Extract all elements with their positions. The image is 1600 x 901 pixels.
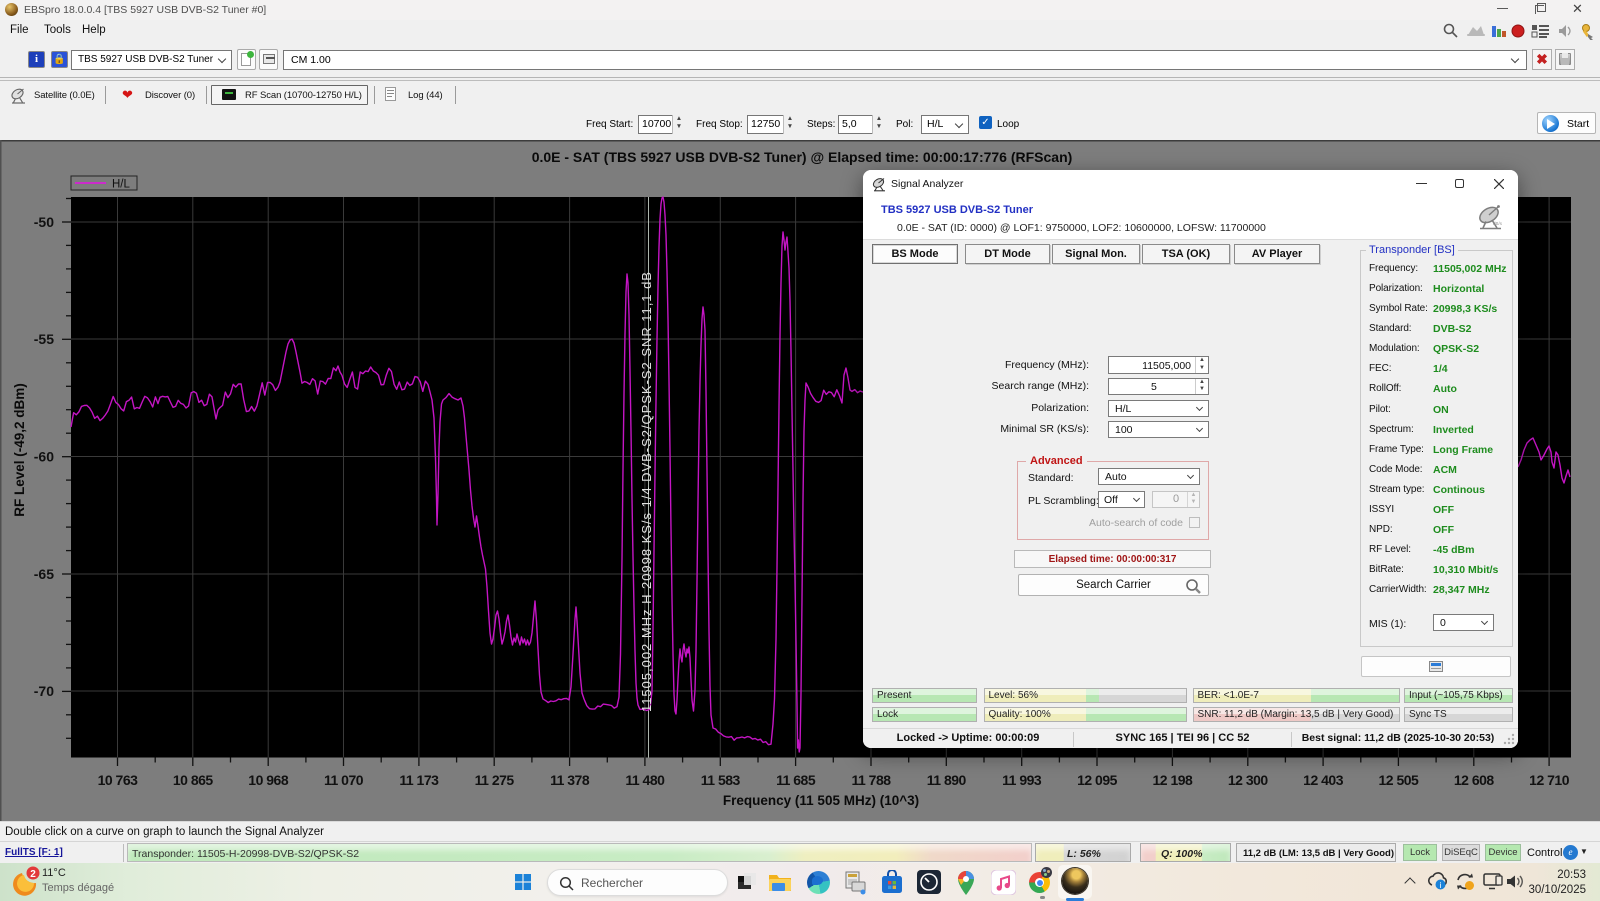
svg-text:12 198: 12 198 bbox=[1152, 772, 1193, 788]
svg-text:10 865: 10 865 bbox=[173, 772, 214, 788]
svg-text:-60: -60 bbox=[34, 449, 54, 465]
svg-text:11 788: 11 788 bbox=[851, 772, 891, 788]
svg-text:i: i bbox=[1440, 880, 1442, 890]
svg-text:-55: -55 bbox=[34, 331, 54, 347]
svg-text:12 608: 12 608 bbox=[1454, 772, 1495, 788]
svg-text:11505,002 MHz H 20998 KS/s: 11505,002 MHz H 20998 KS/s 1/4 DVB-S2/QP… bbox=[639, 272, 654, 712]
svg-text:12 505: 12 505 bbox=[1378, 772, 1419, 788]
svg-text:12 095: 12 095 bbox=[1077, 772, 1118, 788]
svg-text:10 968: 10 968 bbox=[248, 772, 289, 788]
svg-text:11 275: 11 275 bbox=[475, 772, 515, 788]
svg-text:11 583: 11 583 bbox=[701, 772, 741, 788]
svg-text:12 710: 12 710 bbox=[1529, 772, 1570, 788]
svg-text:12 300: 12 300 bbox=[1228, 772, 1269, 788]
svg-text:10 763: 10 763 bbox=[98, 772, 139, 788]
svg-text:11 070: 11 070 bbox=[324, 772, 364, 788]
svg-text:H/L: H/L bbox=[112, 179, 131, 191]
svg-text:dB/s: dB/s bbox=[1493, 221, 1503, 226]
svg-text:-50: -50 bbox=[34, 214, 54, 230]
svg-text:0.0E - SAT (TBS 5927 USB DVB-S: 0.0E - SAT (TBS 5927 USB DVB-S2 Tuner) @… bbox=[532, 149, 1073, 165]
svg-text:11 378: 11 378 bbox=[550, 772, 590, 788]
svg-text:12 403: 12 403 bbox=[1303, 772, 1344, 788]
svg-text:11 685: 11 685 bbox=[776, 772, 816, 788]
svg-text:2: 2 bbox=[30, 869, 36, 880]
svg-text:Frequency (11 505 MHz) (10^3): Frequency (11 505 MHz) (10^3) bbox=[723, 793, 919, 808]
svg-text:RF Level (-49,2 dBm): RF Level (-49,2 dBm) bbox=[12, 383, 27, 517]
svg-text:11 480: 11 480 bbox=[625, 772, 665, 788]
svg-text:-65: -65 bbox=[34, 566, 54, 582]
svg-text:11 890: 11 890 bbox=[927, 772, 967, 788]
svg-text:-70: -70 bbox=[34, 683, 54, 699]
svg-text:11 993: 11 993 bbox=[1002, 772, 1042, 788]
svg-text:11 173: 11 173 bbox=[399, 772, 439, 788]
